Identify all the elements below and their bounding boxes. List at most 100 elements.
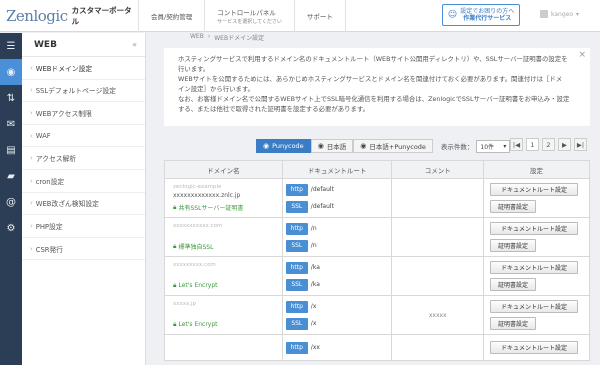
- domain-cell: [164, 334, 283, 361]
- nav-control-panel[interactable]: コントロールパネル サービスを選択してください: [204, 0, 294, 32]
- tab-japanese-punycode[interactable]: ◉ 日本語+Punycode: [353, 139, 433, 153]
- zenlogic-logo[interactable]: Zenlogic: [6, 7, 68, 25]
- chevron-right-icon: ›: [30, 244, 33, 253]
- pagination: |◀ 1 2 ▶ ▶|: [510, 138, 587, 151]
- table-row: xxxxx.jp 🔒︎ Let's Encrypt http/x SSL/x xxxxx ド…: [164, 295, 590, 335]
- sidebar-item-label: SSLデフォルトページ設定: [35, 87, 116, 96]
- chevron-right-icon: ›: [30, 131, 33, 140]
- sidebar-item-web-domain[interactable]: › WEBドメイン設定: [22, 57, 145, 80]
- person-icon: ☺: [447, 9, 458, 20]
- sidebar-item-tamper[interactable]: › WEB改ざん検知設定: [22, 193, 145, 216]
- user-menu[interactable]: kangeo ▾: [540, 10, 579, 18]
- brand-logo[interactable]: Zenlogic カスタマーポータル: [0, 5, 138, 27]
- comment-cell: [391, 178, 484, 218]
- domain-name-sub: [173, 347, 274, 356]
- ssl-label: 共有SSLサーバー証明書: [178, 205, 244, 212]
- http-badge: http: [285, 341, 308, 354]
- domain-cell: xxxxxxxxx.com 🔒︎ Let's Encrypt: [164, 256, 283, 296]
- sidebar-item-ssl-default[interactable]: › SSLデフォルトページ設定: [22, 80, 145, 103]
- ssl-path: SSL/x: [285, 315, 389, 332]
- arrows-icon[interactable]: ⇅: [0, 85, 22, 111]
- collapse-icon[interactable]: «: [132, 40, 137, 49]
- nav-support[interactable]: サポート: [293, 0, 346, 32]
- docroot-cell: http/ka SSL/ka: [281, 256, 393, 296]
- docroot-cell: http/n SSL/n: [281, 217, 393, 257]
- tab-label: Punycode: [272, 142, 304, 150]
- page-1-button[interactable]: 1: [526, 138, 539, 151]
- sidebar-item-analytics[interactable]: › アクセス解析: [22, 147, 145, 170]
- comment-cell: xxxxx: [391, 295, 484, 335]
- ssl-path-value: /default: [310, 203, 334, 210]
- lock-icon: 🔒︎: [173, 203, 177, 211]
- next-page-button[interactable]: ▶: [558, 138, 571, 151]
- ssl-badge: SSL: [285, 317, 308, 330]
- cert-setting-button[interactable]: 証明書設定: [490, 317, 536, 330]
- server-icon[interactable]: ▤: [0, 137, 22, 163]
- info-panel: × ホスティングサービスで利用するドメイン名のドキュメントルート（WEBサイト公…: [164, 48, 590, 126]
- last-page-button[interactable]: ▶|: [574, 138, 587, 151]
- sidebar-item-php[interactable]: › PHP設定: [22, 215, 145, 238]
- info-text: する、または他社で取得された証明書を設定する必要があります。: [178, 105, 370, 113]
- count-select[interactable]: 10件 ▾: [476, 139, 511, 153]
- sidebar-item-label: WEBドメイン設定: [35, 64, 93, 73]
- tab-japanese[interactable]: ◉ 日本語: [310, 139, 354, 153]
- chevron-right-icon: ›: [30, 176, 33, 185]
- sidebar-item-label: WEB改ざん検知設定: [35, 200, 99, 209]
- sidebar-item-cron[interactable]: › cron設定: [22, 170, 145, 193]
- top-nav: 会員/契約管理 コントロールパネル サービスを選択してください サポート: [138, 0, 346, 32]
- docroot-setting-button[interactable]: ドキュメントルート設定: [490, 222, 578, 235]
- chevron-right-icon: ›: [30, 199, 33, 208]
- globe-icon[interactable]: ◉: [0, 59, 22, 85]
- http-path: http/ka: [285, 259, 389, 276]
- docroot-cell: http/xx: [281, 334, 393, 361]
- folder-icon[interactable]: ▰: [0, 163, 22, 189]
- sidebar-item-label: cron設定: [35, 177, 65, 186]
- docroot-setting-button[interactable]: ドキュメントルート設定: [490, 341, 578, 354]
- first-page-button[interactable]: |◀: [510, 138, 523, 151]
- support-service-banner[interactable]: ☺ 設定でお困りの方へ 作業代行サービス: [442, 4, 520, 26]
- banner-line2: 作業代行サービス: [463, 15, 512, 22]
- ssl-label: Let's Encrypt: [178, 282, 218, 289]
- at-icon[interactable]: @: [0, 189, 22, 215]
- docroot-setting-button[interactable]: ドキュメントルート設定: [490, 300, 578, 313]
- count-value: 10件: [480, 143, 495, 151]
- close-icon[interactable]: ×: [578, 50, 586, 60]
- menu-icon[interactable]: ☰: [0, 33, 22, 59]
- http-badge: http: [285, 261, 308, 274]
- sidebar-item-csr[interactable]: › CSR発行: [22, 238, 145, 261]
- domain-name-sub: [173, 270, 274, 279]
- info-text: 行います。: [178, 65, 210, 73]
- nav-label: 会員/契約管理: [151, 12, 193, 21]
- docroot-setting-button[interactable]: ドキュメントルート設定: [490, 261, 578, 274]
- comment-cell: [391, 217, 484, 257]
- nav-label: サポート: [306, 12, 333, 21]
- tab-punycode[interactable]: ◉ Punycode: [256, 139, 311, 153]
- page-2-button[interactable]: 2: [542, 138, 555, 151]
- sidebar-header: WEB «: [22, 33, 145, 57]
- info-text: ホスティングサービスで利用するドメイン名のドキュメントルート（WEBサイト公開用…: [178, 55, 568, 63]
- docroot-cell: http/x SSL/x: [281, 295, 393, 335]
- breadcrumb-item[interactable]: WEB: [190, 33, 204, 43]
- setting-cell: ドキュメントルート設定証明書設定: [483, 295, 590, 335]
- cert-setting-button[interactable]: 証明書設定: [490, 200, 536, 213]
- cert-setting-button[interactable]: 証明書設定: [490, 278, 536, 291]
- sidebar-item-web-access[interactable]: › WEBアクセス制限: [22, 102, 145, 125]
- chevron-right-icon: ›: [30, 221, 33, 230]
- http-path-value: /default: [310, 186, 334, 193]
- gear-icon[interactable]: ⚙: [0, 215, 22, 241]
- sidebar-item-waf[interactable]: › WAF: [22, 125, 145, 148]
- http-path-value: /xx: [310, 344, 320, 351]
- nav-label: コントロールパネル: [217, 8, 276, 17]
- avatar: [540, 10, 548, 18]
- mail-icon[interactable]: ✉: [0, 111, 22, 137]
- chevron-right-icon: ›: [30, 63, 33, 72]
- table-row: http/xx ドキュメントルート設定: [164, 334, 590, 361]
- domain-name-sub: [173, 231, 274, 240]
- cert-setting-button[interactable]: 証明書設定: [490, 239, 536, 252]
- web-sidebar: WEB « › WEBドメイン設定 › SSLデフォルトページ設定 › WEBアクセス…: [22, 33, 146, 365]
- icon-sidebar: ☰ ◉ ⇅ ✉ ▤ ▰ @ ⚙: [0, 33, 22, 365]
- nav-member-contract[interactable]: 会員/契約管理: [138, 0, 204, 32]
- docroot-setting-button[interactable]: ドキュメントルート設定: [490, 183, 578, 196]
- setting-cell: ドキュメントルート設定: [483, 334, 590, 361]
- ssl-path: SSL/n: [285, 237, 389, 254]
